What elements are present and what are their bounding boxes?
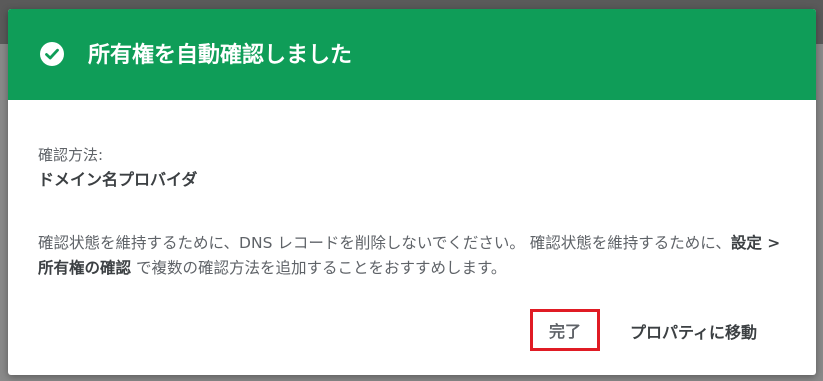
verification-method-label: 確認方法: — [38, 146, 104, 164]
message-text-2: で複数の確認方法を追加することをおすすめします。 — [131, 259, 507, 277]
message-text-1: 確認状態を維持するために、DNS レコードを削除しないでください。 確認状態を維… — [38, 234, 731, 252]
dialog-message: 確認状態を維持するために、DNS レコードを削除しないでください。 確認状態を維… — [38, 231, 783, 281]
check-circle-icon — [39, 41, 65, 67]
go-to-property-button[interactable]: プロパティに移動 — [618, 315, 769, 347]
dialog-header: 所有権を自動確認しました — [8, 9, 816, 100]
verification-method-value: ドメイン名プロバイダ — [38, 170, 198, 189]
done-button[interactable]: 完了 — [530, 309, 600, 351]
verification-dialog: 所有権を自動確認しました 確認方法: ドメイン名プロバイダ 確認状態を維持するた… — [8, 9, 816, 375]
dialog-title: 所有権を自動確認しました — [88, 43, 353, 68]
